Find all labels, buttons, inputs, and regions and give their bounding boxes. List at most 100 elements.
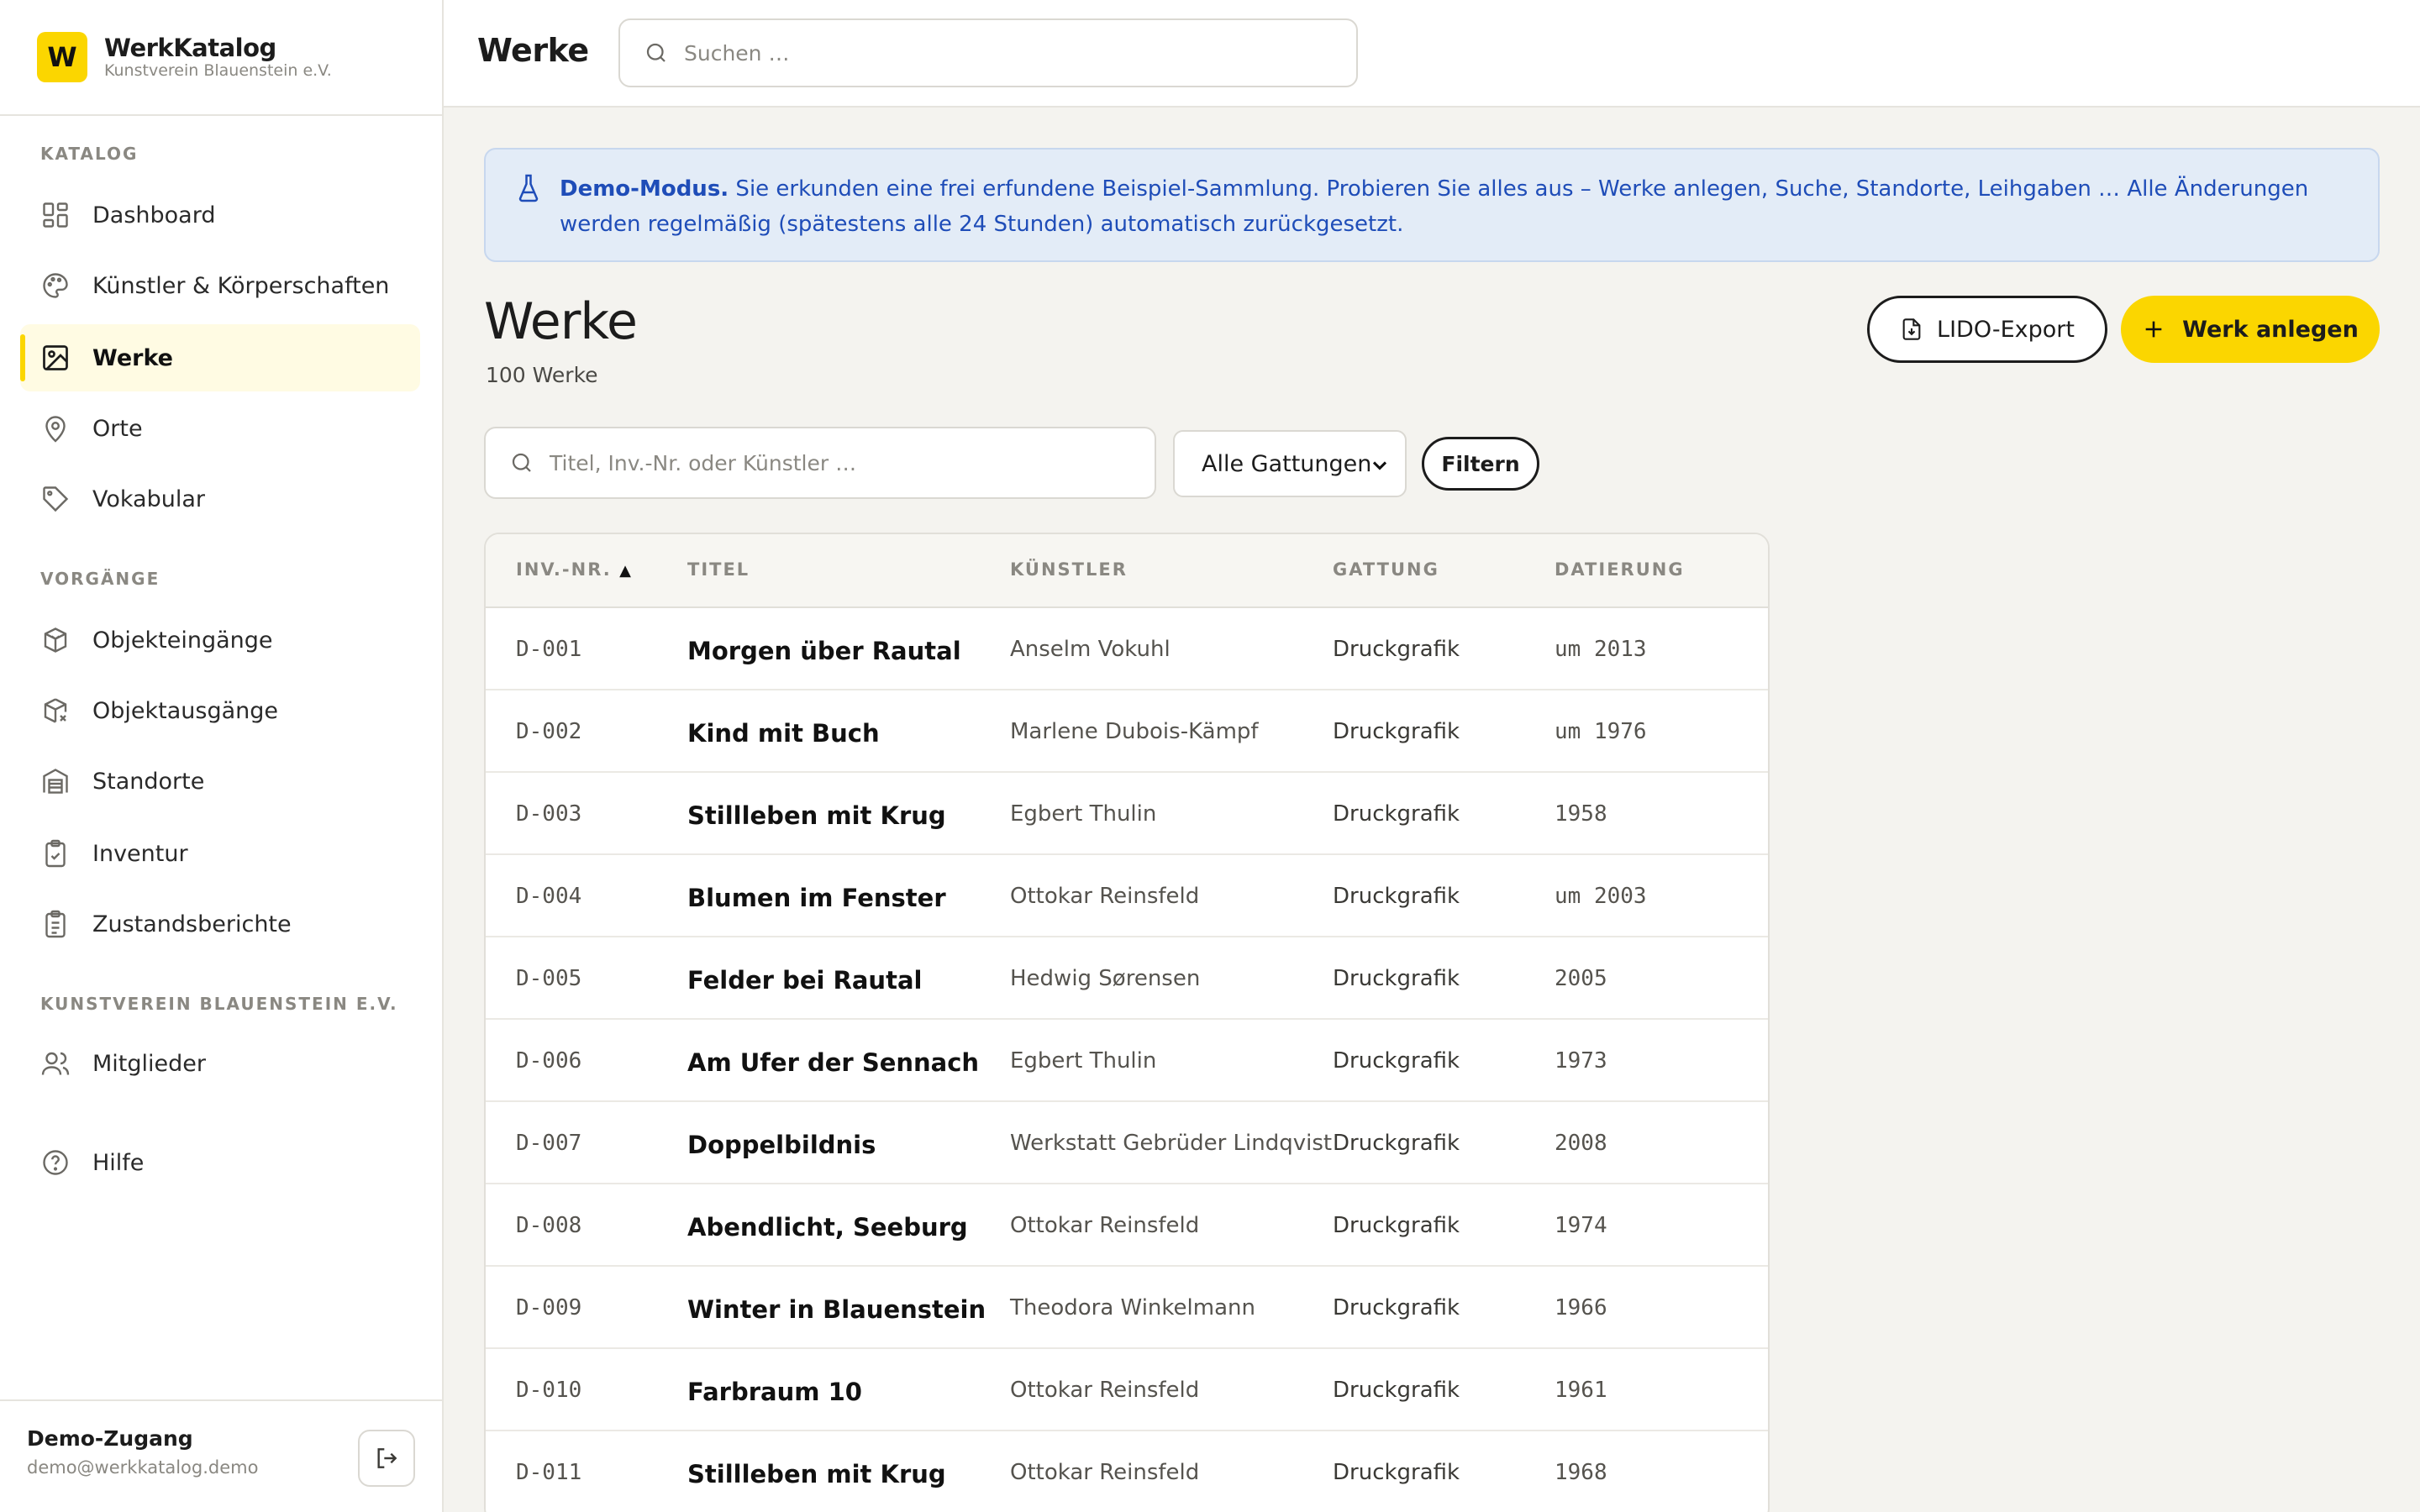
sidebar-item-inventur[interactable]: Inventur [20,820,420,887]
cell-genre: Druckgrafik [1333,884,1460,909]
help-icon [43,1150,68,1175]
cell-artist: Ottokar Reinsfeld [1010,1378,1200,1403]
lido-export-button[interactable]: LIDO-Export [1867,296,2107,363]
column-header-inv[interactable]: INV.-NR. ▲ [516,559,633,580]
column-header-genre[interactable]: GATTUNG [1333,559,1439,580]
column-header-inv-label: INV.-NR. [516,559,612,580]
table-row[interactable]: D-002 Kind mit Buch Marlene Dubois-Kämpf… [486,690,1768,773]
brand-subtitle: Kunstverein Blauenstein e.V. [104,61,332,80]
cell-title[interactable]: Doppelbildnis [687,1131,876,1159]
sidebar-item-label: Werke [92,344,173,371]
table-row[interactable]: D-011 Stillleben mit Krug Ottokar Reinsf… [486,1431,1768,1512]
sidebar-item-objektausgaenge[interactable]: Objektausgänge [20,677,420,744]
table-row[interactable]: D-006 Am Ufer der Sennach Egbert Thulin … [486,1020,1768,1102]
logout-button[interactable] [358,1430,415,1487]
nav-section-verein: KUNSTVEREIN BLAUENSTEIN E.V. [40,994,398,1014]
genre-select[interactable]: Alle Gattungen [1173,430,1407,497]
column-header-title[interactable]: TITEL [687,559,750,580]
cell-artist: Ottokar Reinsfeld [1010,884,1200,909]
sidebar-item-label: Hilfe [92,1149,145,1176]
cell-genre: Druckgrafik [1333,1048,1460,1074]
cell-genre: Druckgrafik [1333,1131,1460,1156]
flask-icon [518,174,539,202]
sidebar-item-mitglieder[interactable]: Mitglieder [20,1030,420,1097]
cell-artist: Egbert Thulin [1010,1048,1157,1074]
cell-title[interactable]: Stillleben mit Krug [687,801,946,830]
cell-title[interactable]: Winter in Blauenstein [687,1295,986,1324]
cell-title[interactable]: Farbraum 10 [687,1378,862,1406]
cell-title[interactable]: Abendlicht, Seeburg [687,1213,968,1242]
image-icon [43,345,68,370]
file-download-icon [1902,318,1921,340]
add-work-button[interactable]: Werk anlegen [2121,296,2380,363]
sidebar-item-zustandsberichte[interactable]: Zustandsberichte [20,890,420,958]
sidebar-item-kuenstler[interactable]: Künstler & Körperschaften [20,252,420,319]
sidebar-item-werke[interactable]: Werke [20,324,420,391]
sidebar-item-label: Dashboard [92,202,216,228]
table-row[interactable]: D-003 Stillleben mit Krug Egbert Thulin … [486,773,1768,855]
sidebar-item-label: Vokabular [92,486,205,512]
sidebar-item-label: Objekteingänge [92,627,273,654]
table-row[interactable]: D-007 Doppelbildnis Werkstatt Gebrüder L… [486,1102,1768,1184]
sidebar-item-dashboard[interactable]: Dashboard [20,181,420,249]
add-work-label: Werk anlegen [2182,316,2359,343]
global-search-placeholder: Suchen … [684,40,790,66]
demo-banner: Demo-Modus. Sie erkunden eine frei erfun… [484,148,2380,262]
cell-inv: D-001 [516,637,582,662]
table-row[interactable]: D-010 Farbraum 10 Ottokar Reinsfeld Druc… [486,1349,1768,1431]
cell-genre: Druckgrafik [1333,637,1460,662]
works-search-input[interactable]: Titel, Inv.-Nr. oder Künstler … [484,427,1156,499]
brand-logo: W [37,32,87,82]
cell-artist: Werkstatt Gebrüder Lindqvist [1010,1131,1333,1156]
cell-artist: Hedwig Sørensen [1010,966,1201,991]
topbar-title: Werke [477,32,589,69]
sidebar-item-orte[interactable]: Orte [20,395,420,462]
cell-genre: Druckgrafik [1333,966,1460,991]
column-header-date[interactable]: DATIERUNG [1555,559,1685,580]
sidebar-item-hilfe[interactable]: Hilfe [20,1129,420,1196]
cell-date: um 1976 [1555,719,1647,744]
table-row[interactable]: D-005 Felder bei Rautal Hedwig Sørensen … [486,937,1768,1020]
brand-name: WerkKatalog [104,34,276,62]
plus-icon [2145,321,2162,338]
cell-artist: Egbert Thulin [1010,801,1157,827]
tag-icon [43,486,69,512]
cell-date: 2008 [1555,1131,1607,1156]
cell-title[interactable]: Kind mit Buch [687,719,880,748]
cell-title[interactable]: Am Ufer der Sennach [687,1048,979,1077]
table-row[interactable]: D-008 Abendlicht, Seeburg Ottokar Reinsf… [486,1184,1768,1267]
brand[interactable]: W WerkKatalog Kunstverein Blauenstein e.… [0,0,442,116]
filter-button[interactable]: Filtern [1422,437,1539,491]
cell-title[interactable]: Felder bei Rautal [687,966,922,995]
table-row[interactable]: D-001 Morgen über Rautal Anselm Vokuhl D… [486,608,1768,690]
genre-select-value: Alle Gattungen [1202,450,1372,477]
map-pin-icon [45,416,66,443]
cell-inv: D-008 [516,1213,582,1238]
table-row[interactable]: D-004 Blumen im Fenster Ottokar Reinsfel… [486,855,1768,937]
sidebar-item-standorte[interactable]: Standorte [20,748,420,815]
global-search-input[interactable]: Suchen … [618,18,1358,87]
cell-date: 1966 [1555,1295,1607,1320]
search-icon [646,43,666,62]
cell-artist: Anselm Vokuhl [1010,637,1171,662]
works-count: 100 Werke [486,363,598,387]
cell-title[interactable]: Stillleben mit Krug [687,1460,946,1488]
cell-inv: D-009 [516,1295,582,1320]
search-icon [512,453,531,472]
box-out-icon [44,698,67,723]
cell-title[interactable]: Morgen über Rautal [687,637,961,665]
clipboard-check-icon [45,839,66,868]
sidebar-item-label: Standorte [92,768,205,795]
sidebar-item-objekteingaenge[interactable]: Objekteingänge [20,606,420,674]
cell-title[interactable]: Blumen im Fenster [687,884,946,912]
sort-asc-icon: ▲ [619,562,633,580]
sidebar-item-vokabular[interactable]: Vokabular [20,465,420,533]
column-header-artist[interactable]: KÜNSTLER [1010,559,1128,580]
cell-date: 1958 [1555,801,1607,827]
cell-genre: Druckgrafik [1333,801,1460,827]
sidebar-item-label: Mitglieder [92,1050,206,1077]
table-row[interactable]: D-009 Winter in Blauenstein Theodora Win… [486,1267,1768,1349]
logout-icon [377,1448,397,1468]
box-in-icon [44,627,67,653]
cell-date: 1968 [1555,1460,1607,1485]
